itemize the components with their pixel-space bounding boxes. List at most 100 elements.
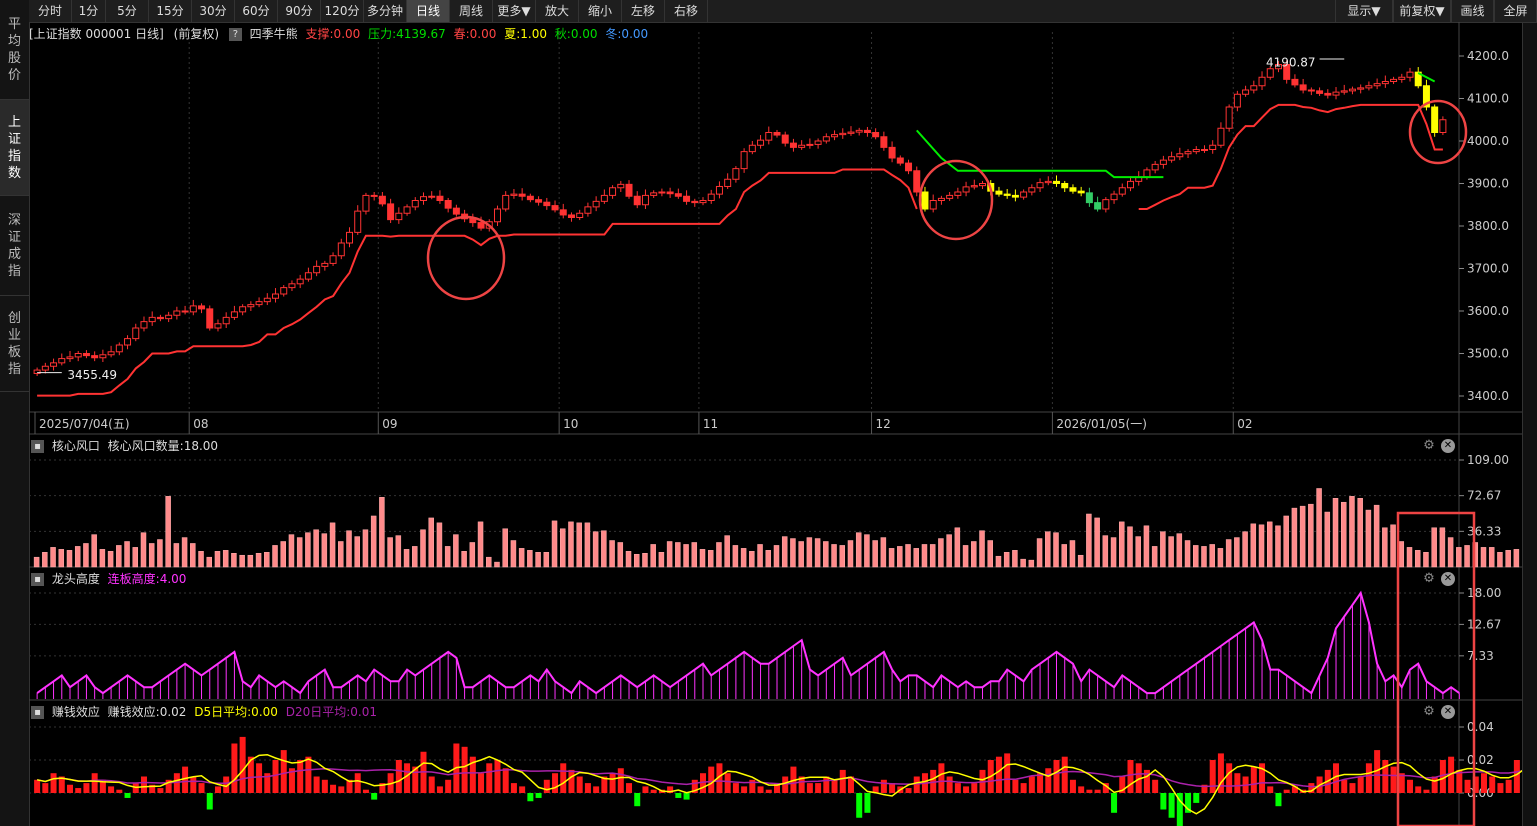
candle-body [592,200,600,208]
nav-item-2[interactable]: 深证成指 [0,196,29,296]
candle-body [666,191,674,195]
profit-bar [1349,783,1356,793]
wind-bar [1464,545,1470,568]
wind-bar [453,534,459,568]
profit-bar [1423,789,1430,793]
wind-bar [847,540,854,568]
profit-bar [913,776,920,793]
wind-bar [839,545,846,568]
candle-body [831,134,839,138]
profit-bar [1111,793,1118,813]
wind-bar [1160,531,1166,568]
profit-bar [1357,776,1364,793]
close-icon[interactable]: ✕ [1441,705,1455,719]
candle-body [1266,68,1274,78]
candle-body [1003,193,1011,196]
toolbar-button-7[interactable]: 120分 [321,0,364,22]
nav-item-1[interactable]: 上证指数 [0,100,29,196]
y-tick-label: 18.00 [1467,586,1501,600]
toolbar-button-2[interactable]: 5分 [106,0,149,22]
wind-bar [1176,533,1183,568]
candle-body [1020,191,1028,198]
wind-bar [749,551,755,568]
candle-body [1340,90,1348,93]
toolbar-button-8[interactable]: 多分钟 [364,0,407,22]
profit-bar [527,793,534,802]
close-icon[interactable]: ✕ [1441,572,1455,586]
toolbar-button-10[interactable]: 周线 [450,0,493,22]
panel-menu-icon[interactable]: ▪ [31,706,44,719]
toolbar-button-14[interactable]: 左移 [622,0,665,22]
wind-bar [740,548,747,568]
y-tick-label: 36.33 [1467,524,1501,538]
toolbar-button-6[interactable]: 90分 [278,0,321,22]
candle-body [82,353,90,357]
profit-bar [584,783,591,793]
candle-body [1316,90,1324,94]
candle-body [658,191,666,194]
toolbar-button-11[interactable]: 更多▼ [493,0,536,22]
profit-bar [34,779,41,793]
candle-body [140,321,148,329]
toolbar-button-3[interactable]: 15分 [149,0,192,22]
wind-bar [592,531,599,568]
candle-body [1291,78,1299,86]
candle-body [1200,149,1208,151]
right-scroll-strip[interactable] [1522,23,1537,826]
wind-bar [403,549,410,568]
gear-icon[interactable]: ⚙ [1422,705,1436,719]
candle-body [378,195,386,205]
toolbar-button-0[interactable]: 分时 [29,0,72,22]
close-icon[interactable]: ✕ [1441,439,1455,453]
toolbar-right-button-3[interactable]: 全屏 [1494,0,1537,22]
candle-body [280,287,288,295]
wind-bar [132,547,139,568]
toolbar-button-4[interactable]: 30分 [192,0,235,22]
profit-bar [1160,793,1167,810]
toolbar-button-12[interactable]: 放大 [536,0,579,22]
toolbar-button-15[interactable]: 右移 [665,0,708,22]
toolbar-button-9[interactable]: 日线 [407,0,450,22]
profit-bar [856,793,863,818]
profit-bar [75,788,82,793]
wind-bar [428,517,434,568]
panel-menu-icon[interactable]: ▪ [31,573,44,586]
wind-bar [1357,498,1363,568]
profit-bar [1407,779,1414,793]
profit-bar [1341,779,1348,793]
gear-icon[interactable]: ⚙ [1422,572,1436,586]
candle-body [1307,89,1315,92]
profit-bar [1193,793,1200,803]
candle-body [584,206,592,214]
toolbar-right-button-1[interactable]: 前复权▼ [1393,0,1451,22]
profit-bar [1250,766,1257,793]
wind-bar [518,548,525,568]
candle-body [206,308,214,329]
profit-bar [971,783,978,793]
nav-char: 指 [7,263,21,279]
panel-menu-icon[interactable]: ▪ [31,440,44,453]
candle-body [847,131,855,134]
toolbar-right-button-0[interactable]: 显示▼ [1335,0,1393,22]
nav-item-3[interactable]: 创业板指 [0,296,29,392]
wind-bar [1151,546,1158,568]
candle-body [288,283,296,289]
wind-bar [995,555,1002,568]
wind-bar [157,539,163,568]
candle-body [50,362,58,367]
gear-icon[interactable]: ⚙ [1422,439,1436,453]
profit-bar [880,779,887,793]
toolbar-right-button-2[interactable]: 画线 [1451,0,1494,22]
wind-bar [74,546,81,568]
candle-body [814,140,822,145]
wind-bar [888,548,895,568]
profit-bar [461,746,468,793]
wind-bar [1513,549,1520,568]
candle-body [329,255,337,264]
toolbar-button-5[interactable]: 60分 [235,0,278,22]
nav-item-0[interactable]: 平均股价 [0,0,29,100]
toolbar-button-1[interactable]: 1分 [72,0,106,22]
candle-body [1069,187,1077,192]
toolbar-button-13[interactable]: 缩小 [579,0,622,22]
profit-bar [478,773,485,793]
